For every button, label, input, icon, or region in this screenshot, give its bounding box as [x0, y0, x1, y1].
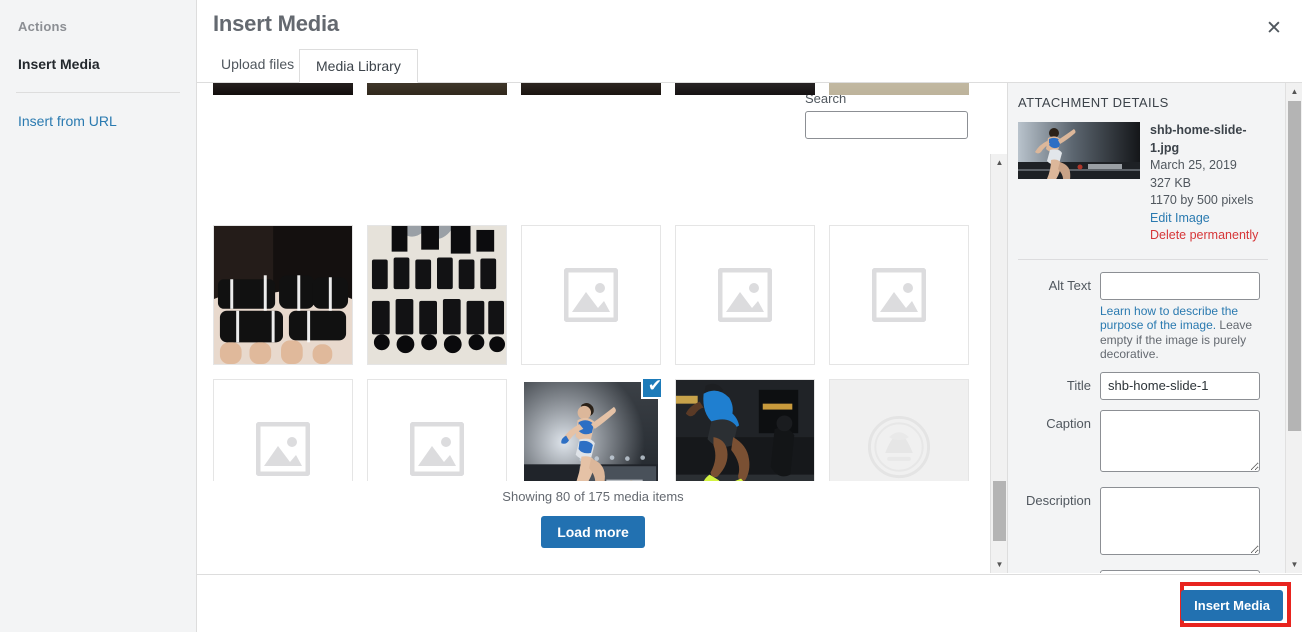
description-textarea[interactable]: [1100, 486, 1260, 555]
caption-textarea[interactable]: [1100, 409, 1260, 472]
field-description: Description: [1018, 486, 1268, 560]
scroll-up-icon[interactable]: ▲: [1286, 83, 1302, 100]
sidebar-item-insert-from-url[interactable]: Insert from URL: [18, 113, 180, 129]
image-placeholder-icon: [522, 226, 660, 364]
attachment-dimensions: 1170 by 500 pixels: [1150, 193, 1254, 207]
partial-row-above: [213, 83, 969, 95]
grid-scrollbar[interactable]: ▲ ▼: [990, 154, 1007, 573]
field-alt-text: Alt Text Learn how to describe the purpo…: [1018, 271, 1268, 362]
media-tile[interactable]: [213, 225, 353, 365]
grid-footer: Showing 80 of 175 media items Load more: [197, 481, 989, 573]
grid-scrollbar-thumb[interactable]: [993, 481, 1006, 541]
thumbnail-hair-wefts: [368, 226, 506, 364]
field-caption: Caption: [1018, 409, 1268, 477]
close-icon[interactable]: ✕: [1256, 10, 1292, 46]
media-router-tabs: Upload files Media Library: [197, 48, 1302, 83]
delete-permanently-link[interactable]: Delete permanently: [1150, 227, 1268, 245]
alt-text-help: Learn how to describe the purpose of the…: [1100, 304, 1262, 362]
attachment-details-title: ATTACHMENT DETAILS: [1018, 95, 1169, 110]
details-scrollbar-thumb[interactable]: [1288, 101, 1301, 431]
search-input[interactable]: [805, 111, 968, 139]
media-tile[interactable]: [367, 225, 507, 365]
load-more-button[interactable]: Load more: [541, 516, 645, 548]
sidebar-heading: Actions: [18, 19, 68, 34]
thumbnail-hair-bundles: [214, 226, 352, 364]
page-title: Insert Media: [213, 11, 339, 36]
alt-text-input[interactable]: [1100, 271, 1260, 300]
image-placeholder-icon: [830, 226, 968, 364]
image-placeholder-icon: [676, 226, 814, 364]
attachment-summary: shb-home-slide-1.jpg March 25, 2019 327 …: [1018, 122, 1268, 245]
attachment-date: March 25, 2019: [1150, 158, 1237, 172]
scroll-up-icon[interactable]: ▲: [991, 154, 1007, 171]
title-label: Title: [1066, 377, 1091, 393]
details-divider: [1018, 258, 1268, 260]
thumbnail-partial: [675, 83, 815, 95]
details-scrollbar[interactable]: ▲ ▼: [1285, 83, 1302, 573]
media-frame: Insert Media ✕ Upload files Media Librar…: [197, 0, 1302, 632]
attachment-details-pane: ATTACHMENT DETAILS shb-home-slide-1.jpg …: [1008, 83, 1302, 573]
description-label: Description: [1025, 492, 1091, 508]
search-row: Search: [805, 91, 985, 139]
sidebar-divider: [16, 92, 180, 93]
check-icon: ✔: [641, 379, 661, 399]
file-url-label: File URL:: [1018, 570, 1100, 574]
field-file-url: File URL:: [1018, 569, 1268, 574]
thumbnail-partial: [367, 83, 507, 95]
file-url-input[interactable]: [1100, 569, 1260, 573]
insert-media-modal: Actions Insert Media Insert from URL Ins…: [0, 0, 1302, 632]
thumbnail-partial: [213, 83, 353, 95]
attachment-meta: shb-home-slide-1.jpg March 25, 2019 327 …: [1150, 122, 1268, 245]
media-tile[interactable]: [521, 225, 661, 365]
media-tile[interactable]: [675, 225, 815, 365]
media-content: Search ✔ Showing 80 of 175 media items L…: [197, 83, 1302, 573]
alt-text-label: Alt Text: [1048, 277, 1091, 293]
scroll-down-icon[interactable]: ▼: [1286, 556, 1302, 573]
edit-image-link[interactable]: Edit Image: [1150, 210, 1268, 228]
thumbnail-partial: [521, 83, 661, 95]
media-tile[interactable]: [829, 225, 969, 365]
field-title: Title: [1018, 371, 1268, 400]
thumbnail-partial: [829, 83, 969, 95]
scroll-down-icon[interactable]: ▼: [991, 556, 1007, 573]
attachment-filename: shb-home-slide-1.jpg: [1150, 123, 1247, 155]
showing-count-text: Showing 80 of 175 media items: [502, 489, 684, 504]
tab-media-library[interactable]: Media Library: [299, 49, 418, 83]
attachment-thumbnail: [1018, 122, 1140, 179]
title-input[interactable]: [1100, 371, 1260, 400]
insert-media-button[interactable]: Insert Media: [1181, 590, 1283, 621]
media-toolbar: Insert Media: [197, 574, 1302, 632]
attachment-filesize: 327 KB: [1150, 175, 1192, 190]
caption-label: Caption: [1046, 415, 1091, 431]
attachments-grid: ✔: [213, 154, 979, 519]
attachments-pane: Search ✔ Showing 80 of 175 media items L…: [197, 83, 1008, 573]
tab-upload-files[interactable]: Upload files: [205, 48, 310, 82]
actions-sidebar: Actions Insert Media Insert from URL: [0, 0, 197, 632]
sidebar-item-insert-media[interactable]: Insert Media: [18, 56, 180, 72]
